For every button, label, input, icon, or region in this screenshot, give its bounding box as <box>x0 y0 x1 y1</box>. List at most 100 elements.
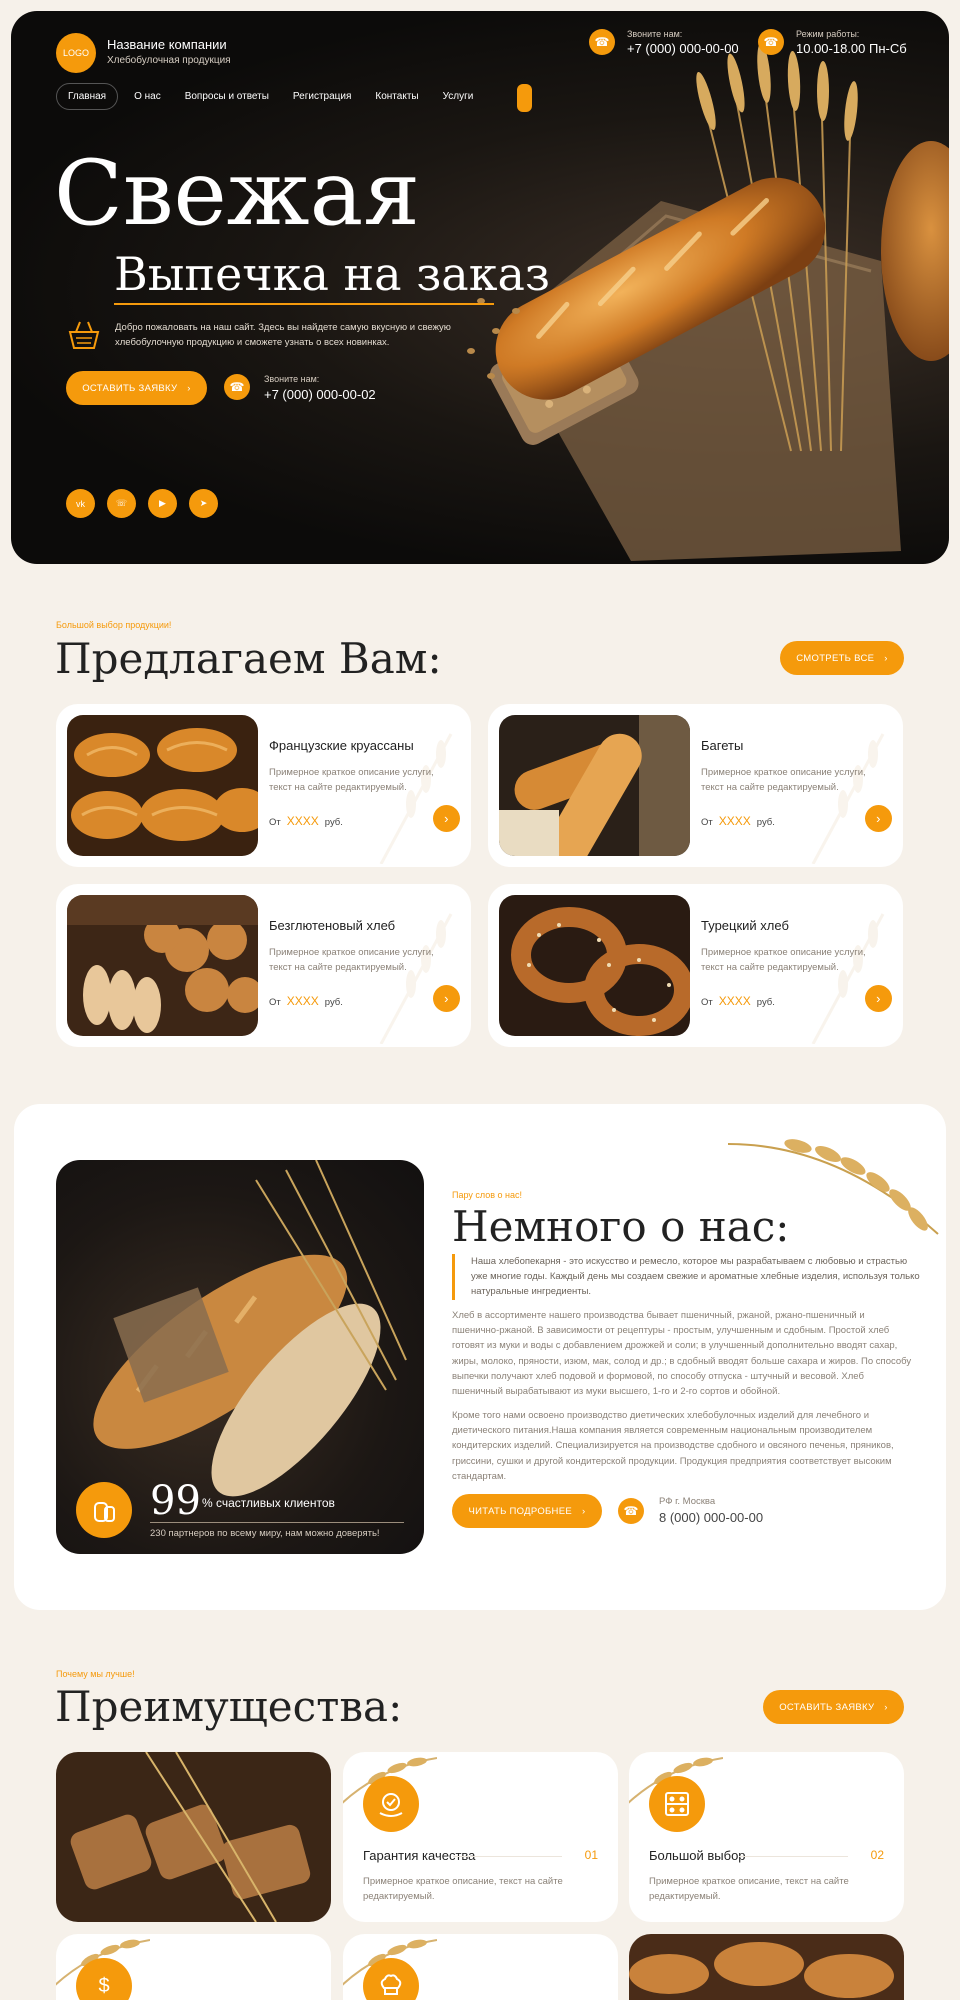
bakery-shelf-icon <box>649 1776 705 1832</box>
about-phone[interactable]: 8 (000) 000-00-00 <box>659 1510 763 1525</box>
product-card[interactable]: Французские круассаны Примерное краткое … <box>56 704 471 867</box>
phone-icon[interactable]: ☎ <box>589 29 615 55</box>
phone-icon[interactable]: ☎ <box>618 1498 644 1524</box>
advantages-request-label: ОСТАВИТЬ ЗАЯВКУ <box>779 1701 875 1713</box>
see-all-button[interactable]: СМОТРЕТЬ ВСЕ › <box>780 641 904 675</box>
company-name: Название компании <box>107 37 227 52</box>
product-description: Примерное краткое описание услуги, текст… <box>269 947 434 973</box>
product-card[interactable]: Турецкий хлеб Примерное краткое описание… <box>488 884 903 1047</box>
chevron-right-icon: › <box>884 652 888 664</box>
menu-toggle[interactable] <box>517 84 532 112</box>
hero-phone-label: Звоните нам: <box>264 374 320 384</box>
advantage-card: $ <box>56 1934 331 2000</box>
product-title[interactable]: Французские круассаны <box>269 738 414 753</box>
advantage-image-bread <box>56 1752 331 1922</box>
call-label: Звоните нам: <box>627 29 683 39</box>
header-call: ☎ Звоните нам: +7 (000) 000-00-00 <box>589 29 739 56</box>
call-phone[interactable]: +7 (000) 000-00-00 <box>627 41 739 56</box>
nav-item-registration[interactable]: Регистрация <box>285 83 359 110</box>
product-image-baguettes <box>499 715 690 856</box>
product-description: Примерное краткое описание услуги, текст… <box>701 767 866 793</box>
product-title[interactable]: Безглютеновый хлеб <box>269 918 395 933</box>
hero-title: Свежая <box>54 141 421 246</box>
chevron-right-icon: › <box>876 811 881 826</box>
about-section: 99 % счастливых клиентов 230 партнеров п… <box>14 1104 946 1610</box>
product-arrow-button[interactable]: › <box>865 985 892 1012</box>
product-price: От XXXX руб. <box>701 814 775 828</box>
price-unit: руб. <box>756 997 775 1008</box>
chevron-right-icon: › <box>187 382 191 394</box>
hero-request-button[interactable]: ОСТАВИТЬ ЗАЯВКУ › <box>66 371 207 405</box>
price-from: От <box>269 817 281 828</box>
chevron-right-icon: › <box>444 991 449 1006</box>
product-image-croissants <box>67 715 258 856</box>
product-image-turkish-bread <box>499 895 690 1036</box>
phone-icon[interactable]: ☎ <box>224 374 250 400</box>
chevron-right-icon: › <box>444 811 449 826</box>
hero-phone[interactable]: +7 (000) 000-00-02 <box>264 387 376 402</box>
nav-item-about[interactable]: О нас <box>126 83 169 110</box>
advantages-eyebrow: Почему мы лучше! <box>56 1669 135 1679</box>
clock-icon: ☎ <box>758 29 784 55</box>
stat-divider <box>150 1522 404 1523</box>
price-unit: руб. <box>324 817 343 828</box>
advantage-card: Гарантия качества 01 Примерное краткое о… <box>343 1752 618 1922</box>
price-unit: руб. <box>756 817 775 828</box>
advantage-description: Примерное краткое описание, текст на сай… <box>363 1876 563 1903</box>
nav-item-home[interactable]: Главная <box>56 83 119 110</box>
product-title[interactable]: Багеты <box>701 738 743 753</box>
advantage-title: Большой выбор <box>649 1848 746 1863</box>
price-value: XXXX <box>286 994 319 1008</box>
price-value: XXXX <box>718 994 751 1008</box>
hero-underline <box>114 303 494 305</box>
about-image: 99 % счастливых клиентов 230 партнеров п… <box>56 1160 424 1554</box>
advantage-divider <box>739 1856 848 1857</box>
product-price: От XXXX руб. <box>269 994 343 1008</box>
stat-value: 99 <box>150 1478 201 1524</box>
telegram-icon[interactable]: ➤ <box>189 489 218 518</box>
chevron-right-icon: › <box>884 1701 888 1713</box>
basket-icon <box>68 321 100 349</box>
hero-description: Добро пожаловать на наш сайт. Здесь вы н… <box>115 322 451 348</box>
about-title: Немного о нас: <box>452 1202 790 1251</box>
offer-eyebrow: Большой выбор продукции! <box>56 620 172 630</box>
header-hours: ☎ Режим работы: 10.00-18.00 Пн-Сб <box>758 29 907 56</box>
product-card[interactable]: Безглютеновый хлеб Примерное краткое опи… <box>56 884 471 1047</box>
advantage-card <box>343 1934 618 2000</box>
product-arrow-button[interactable]: › <box>865 805 892 832</box>
stat-subtitle: 230 партнеров по всему миру, нам можно д… <box>150 1528 380 1539</box>
advantage-description: Примерное краткое описание, текст на сай… <box>649 1876 849 1903</box>
offer-title: Предлагаем Вам: <box>55 634 442 683</box>
advantage-number: 01 <box>584 1848 598 1862</box>
product-price: От XXXX руб. <box>701 994 775 1008</box>
about-eyebrow: Пару слов о нас! <box>452 1190 523 1200</box>
product-title[interactable]: Турецкий хлеб <box>701 918 789 933</box>
read-more-button[interactable]: ЧИТАТЬ ПОДРОБНЕЕ › <box>452 1494 602 1528</box>
advantage-number: 02 <box>870 1848 884 1862</box>
about-paragraph-1: Хлеб в ассортименте нашего производства … <box>452 1310 912 1397</box>
bread-slices-photo <box>56 1752 331 1922</box>
nav-item-faq[interactable]: Вопросы и ответы <box>177 83 277 110</box>
youtube-icon[interactable]: ▶ <box>148 489 177 518</box>
product-image-gluten-free <box>67 895 258 1036</box>
price-from: От <box>701 817 713 828</box>
bread-icon <box>76 1482 132 1538</box>
advantages-request-button[interactable]: ОСТАВИТЬ ЗАЯВКУ › <box>763 1690 904 1724</box>
product-arrow-button[interactable]: › <box>433 805 460 832</box>
nav-item-contacts[interactable]: Контакты <box>367 83 426 110</box>
stat-label: % счастливых клиентов <box>202 1496 335 1510</box>
price-from: От <box>269 997 281 1008</box>
whatsapp-icon[interactable]: ☏ <box>107 489 136 518</box>
product-arrow-button[interactable]: › <box>433 985 460 1012</box>
product-card[interactable]: Багеты Примерное краткое описание услуги… <box>488 704 903 867</box>
advantage-card: Большой выбор 02 Примерное краткое описа… <box>629 1752 904 1922</box>
hero-section: LOGO Название компании Хлебобулочная про… <box>11 11 949 564</box>
hero-request-label: ОСТАВИТЬ ЗАЯВКУ <box>82 382 178 394</box>
nav-item-services[interactable]: Услуги <box>435 83 482 110</box>
price-unit: руб. <box>324 997 343 1008</box>
logo[interactable]: LOGO <box>56 33 96 73</box>
chevron-right-icon: › <box>876 991 881 1006</box>
price-value: XXXX <box>286 814 319 828</box>
vk-icon[interactable]: vk <box>66 489 95 518</box>
hero-subtitle: Выпечка на заказ <box>114 247 550 301</box>
